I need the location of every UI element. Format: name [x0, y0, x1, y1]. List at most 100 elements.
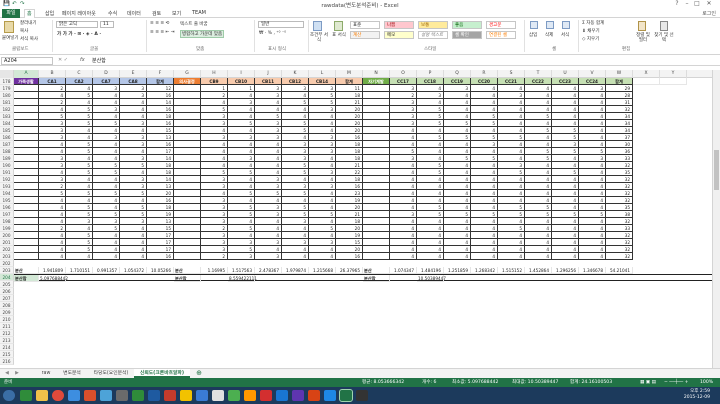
cell[interactable]: CB12	[282, 78, 309, 85]
cell[interactable]: 3	[120, 218, 147, 225]
cell[interactable]	[174, 162, 201, 169]
maximize-icon[interactable]: □	[692, 0, 702, 8]
cell[interactable]: 1.268342	[471, 267, 498, 274]
conditional-format-button[interactable]: 조건부 서식	[310, 33, 328, 43]
cell[interactable]: 18	[147, 162, 174, 169]
row-header[interactable]: 193	[0, 183, 14, 190]
cell[interactable]	[363, 211, 390, 218]
cell[interactable]: 4	[498, 176, 525, 183]
row-header[interactable]: 216	[0, 358, 14, 365]
cell[interactable]: 4	[255, 225, 282, 232]
cell[interactable]: 4	[201, 127, 228, 134]
cell[interactable]: 4	[444, 225, 471, 232]
style-linked-cell[interactable]: 연결된 셀	[486, 31, 516, 39]
cell[interactable]: 4	[282, 197, 309, 204]
fill-button[interactable]: ⬇ 채우기	[582, 28, 600, 34]
cell[interactable]: 4	[579, 190, 606, 197]
cell[interactable]: 4	[39, 204, 66, 211]
cell[interactable]: 4	[417, 225, 444, 232]
cell[interactable]: 18	[147, 113, 174, 120]
cell[interactable]: 4	[471, 85, 498, 92]
cell[interactable]	[14, 253, 39, 260]
cell[interactable]: 4	[120, 99, 147, 106]
cell[interactable]: 3	[120, 183, 147, 190]
cell[interactable]: 3	[255, 239, 282, 246]
cell[interactable]: 5	[282, 190, 309, 197]
cell[interactable]: 4	[444, 253, 471, 260]
help-icon[interactable]: ?	[672, 0, 682, 8]
delete-cells-icon[interactable]	[546, 21, 554, 29]
wrap-text-button[interactable]: 텍스트 줄 바꿈	[180, 21, 208, 27]
cell[interactable]: 4	[417, 85, 444, 92]
cell[interactable]: 4	[120, 106, 147, 113]
cell[interactable]: 4	[579, 176, 606, 183]
cell[interactable]: 4	[471, 225, 498, 232]
cell[interactable]: 4	[309, 155, 336, 162]
cell[interactable]	[14, 197, 39, 204]
cell[interactable]: 3	[255, 92, 282, 99]
cell[interactable]: 4	[201, 148, 228, 155]
cell[interactable]: 2	[39, 85, 66, 92]
cell[interactable]: 4	[579, 246, 606, 253]
cell[interactable]: 5	[309, 99, 336, 106]
cell[interactable]: 5	[390, 148, 417, 155]
column-header-y[interactable]: Y	[660, 70, 687, 78]
cell[interactable]: 18	[336, 176, 363, 183]
add-sheet-icon[interactable]: ⊕	[194, 369, 204, 378]
column-header-m[interactable]: M	[336, 70, 363, 78]
cell[interactable]: 22	[336, 169, 363, 176]
cell[interactable]: 3	[201, 197, 228, 204]
tab-insert[interactable]: 삽입	[45, 10, 54, 18]
cell[interactable]	[174, 225, 201, 232]
cell[interactable]: 26.37965	[336, 267, 363, 274]
cell[interactable]: 4	[93, 232, 120, 239]
cell[interactable]: 4	[417, 148, 444, 155]
column-header-w[interactable]: W	[606, 70, 633, 78]
cell[interactable]: 분산	[174, 267, 201, 274]
app-icon[interactable]	[244, 390, 256, 401]
app-icon[interactable]	[84, 390, 96, 401]
cell[interactable]: 4	[471, 162, 498, 169]
cell[interactable]: 4	[39, 232, 66, 239]
cell[interactable]: 3	[417, 92, 444, 99]
cell[interactable]: CC22	[525, 78, 552, 85]
style-good[interactable]: 좋음	[452, 21, 482, 29]
cell[interactable]	[363, 246, 390, 253]
cell[interactable]: 5	[66, 239, 93, 246]
cell[interactable]: 3	[201, 176, 228, 183]
cell[interactable]: 1	[201, 85, 228, 92]
cell[interactable]: 4	[471, 190, 498, 197]
cell[interactable]	[14, 148, 39, 155]
cell[interactable]: 3	[201, 218, 228, 225]
cell[interactable]: CC20	[471, 78, 498, 85]
cell[interactable]	[14, 85, 39, 92]
cell[interactable]: 1.710151	[66, 267, 93, 274]
cell[interactable]	[14, 225, 39, 232]
cell[interactable]: 4	[417, 232, 444, 239]
cell[interactable]: 32	[606, 246, 633, 253]
cell[interactable]: 5	[552, 134, 579, 141]
cell[interactable]: 4	[579, 253, 606, 260]
cell[interactable]: 5	[525, 113, 552, 120]
cell[interactable]	[174, 92, 201, 99]
format-cells-button[interactable]: 서식	[561, 32, 569, 38]
cell[interactable]: 5	[444, 155, 471, 162]
cell[interactable]	[14, 239, 39, 246]
cell[interactable]: 3	[93, 134, 120, 141]
cell[interactable]: 3	[390, 155, 417, 162]
cell[interactable]: 31	[606, 99, 633, 106]
cell[interactable]: 4	[471, 239, 498, 246]
cell[interactable]: 5	[471, 134, 498, 141]
cell[interactable]: 33	[606, 225, 633, 232]
cell[interactable]	[363, 141, 390, 148]
cell[interactable]	[14, 232, 39, 239]
cell[interactable]: 4	[498, 190, 525, 197]
cell[interactable]: 4	[228, 127, 255, 134]
cell[interactable]: CB9	[201, 78, 228, 85]
row-header[interactable]: 213	[0, 337, 14, 344]
cell[interactable]: 5	[201, 169, 228, 176]
vertical-scrollbar[interactable]	[712, 70, 720, 368]
cell[interactable]: 4	[201, 99, 228, 106]
cell[interactable]: 4	[255, 232, 282, 239]
cell[interactable]: 16	[336, 183, 363, 190]
